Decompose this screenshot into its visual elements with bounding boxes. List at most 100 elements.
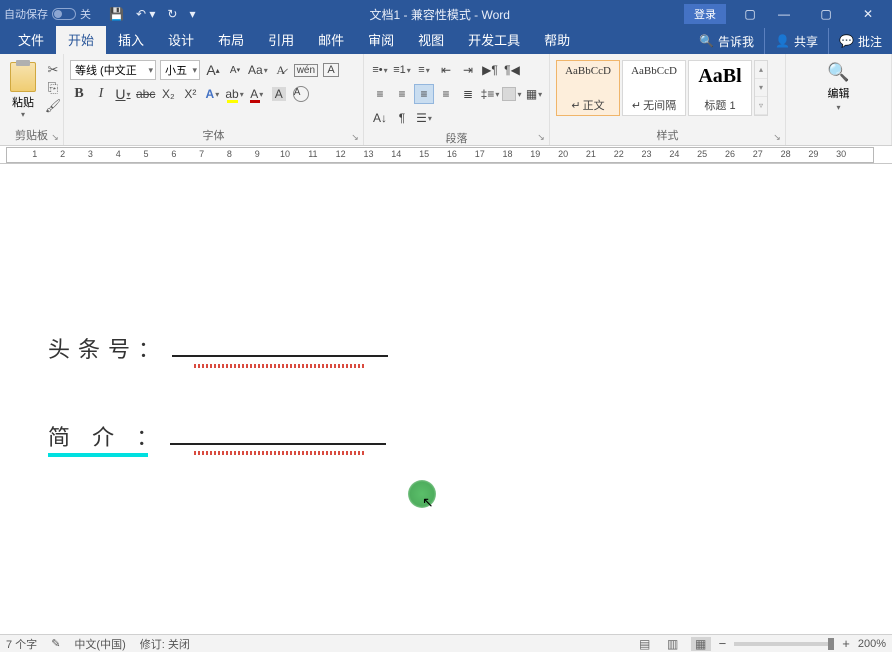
redo-icon[interactable]: ↻ <box>167 7 177 21</box>
grow-font-button[interactable]: A▴ <box>204 60 222 80</box>
zoom-in-button[interactable]: + <box>842 636 850 651</box>
autosave-label: 自动保存 <box>4 6 48 22</box>
underline-button[interactable]: U▾ <box>114 84 132 104</box>
zoom-slider[interactable] <box>734 642 834 646</box>
decrease-indent-button[interactable]: ⇤ <box>436 60 456 80</box>
tab-mailings[interactable]: 邮件 <box>306 26 356 54</box>
tab-references[interactable]: 引用 <box>256 26 306 54</box>
window-controls: 登录 ▢ — ▢ ✕ <box>684 0 888 28</box>
char-shading-button[interactable]: A <box>270 84 288 104</box>
pinyin-guide-button[interactable]: wén <box>294 60 318 80</box>
rtl-button[interactable]: ¶◀ <box>502 60 522 80</box>
snap-to-grid-button[interactable]: ☰▾ <box>414 108 434 128</box>
group-label-styles: 样式 <box>556 125 779 145</box>
align-distribute-button[interactable]: ≣ <box>458 84 478 104</box>
bold-button[interactable]: B <box>70 84 88 104</box>
print-layout-button[interactable]: ▥ <box>663 637 683 651</box>
gallery-more-icon[interactable]: ▿ <box>755 97 767 115</box>
tell-me-search[interactable]: 🔍 告诉我 <box>689 33 764 50</box>
language-status[interactable]: 中文(中国) <box>74 636 125 652</box>
login-button[interactable]: 登录 <box>684 4 726 24</box>
style-no-spacing[interactable]: AaBbCcD ↵无间隔 <box>622 60 686 116</box>
gallery-down-icon[interactable]: ▾ <box>755 79 767 97</box>
tab-review[interactable]: 审阅 <box>356 26 406 54</box>
find-icon[interactable]: 🔍 <box>827 62 849 83</box>
read-mode-button[interactable]: ▤ <box>635 637 655 651</box>
editing-label: 编辑 <box>828 85 850 101</box>
tab-insert[interactable]: 插入 <box>106 26 156 54</box>
change-case-button[interactable]: Aa▾ <box>248 60 268 80</box>
shading-button[interactable]: ▾ <box>502 84 522 104</box>
char-border-button[interactable]: A <box>322 60 340 80</box>
highlight-button[interactable]: ab▾ <box>225 84 243 104</box>
align-right-button[interactable]: ≡ <box>414 84 434 104</box>
maximize-button[interactable]: ▢ <box>806 0 846 28</box>
cut-icon[interactable]: ✂ <box>44 62 62 78</box>
borders-button[interactable]: ▦▾ <box>524 84 544 104</box>
multilevel-list-button[interactable]: ≡▾ <box>414 60 434 80</box>
style-heading-1[interactable]: AaBl 标题 1 <box>688 60 752 116</box>
ltr-button[interactable]: ▶¶ <box>480 60 500 80</box>
tab-view[interactable]: 视图 <box>406 26 456 54</box>
style-normal[interactable]: AaBbCcD ↵正文 <box>556 60 620 116</box>
close-button[interactable]: ✕ <box>848 0 888 28</box>
bullets-button[interactable]: ≡•▾ <box>370 60 390 80</box>
clipboard-launcher-icon[interactable]: ↘ <box>49 131 61 143</box>
undo-icon[interactable]: ↶ ▾ <box>136 7 155 21</box>
track-changes-status[interactable]: 修订: 关闭 <box>140 636 190 652</box>
font-name-combo[interactable]: 等线 (中文正▾ <box>70 60 156 80</box>
font-launcher-icon[interactable]: ↘ <box>349 131 361 143</box>
minimize-button[interactable]: — <box>764 0 804 28</box>
show-marks-button[interactable]: ¶ <box>392 108 412 128</box>
chevron-down-icon[interactable]: ▾ <box>836 103 840 112</box>
tab-layout[interactable]: 布局 <box>206 26 256 54</box>
save-icon[interactable]: 💾 <box>109 7 124 21</box>
underline-field[interactable] <box>172 355 388 357</box>
align-left-button[interactable]: ≡ <box>370 84 390 104</box>
share-button[interactable]: 👤 共享 <box>764 28 828 54</box>
text-effects-button[interactable]: A▾ <box>203 84 221 104</box>
gallery-up-icon[interactable]: ▴ <box>755 61 767 79</box>
autosave-toggle[interactable]: 自动保存 关 <box>4 6 91 22</box>
paste-button[interactable]: 粘贴 ▾ <box>6 60 40 121</box>
superscript-button[interactable]: X² <box>181 84 199 104</box>
doc-line-1[interactable]: 头条号： <box>48 332 388 364</box>
subscript-button[interactable]: X₂ <box>159 84 177 104</box>
document-area[interactable]: 头条号： 简 介 ： ↖ <box>0 164 892 634</box>
tab-home[interactable]: 开始 <box>56 26 106 54</box>
tab-help[interactable]: 帮助 <box>532 26 582 54</box>
word-count[interactable]: 7 个字 <box>6 636 37 652</box>
autosave-switch-icon[interactable] <box>52 8 76 20</box>
ruler-mark: 11 <box>308 149 317 159</box>
zoom-percent[interactable]: 200% <box>858 638 886 650</box>
ribbon-display-options-icon[interactable]: ▢ <box>738 2 762 26</box>
numbering-button[interactable]: ≡1▾ <box>392 60 412 80</box>
ruler-body[interactable]: 1234567891011121314151617181920212223242… <box>6 147 874 163</box>
shrink-font-button[interactable]: A▾ <box>226 60 244 80</box>
increase-indent-button[interactable]: ⇥ <box>458 60 478 80</box>
comments-button[interactable]: 💬 批注 <box>828 28 892 54</box>
doc-line-2[interactable]: 简 介 ： <box>48 420 386 452</box>
tab-design[interactable]: 设计 <box>156 26 206 54</box>
spellcheck-status-icon[interactable]: ✎ <box>51 637 60 650</box>
styles-launcher-icon[interactable]: ↘ <box>771 131 783 143</box>
strikethrough-button[interactable]: abc <box>136 84 155 104</box>
align-center-button[interactable]: ≡ <box>392 84 412 104</box>
paragraph-launcher-icon[interactable]: ↘ <box>535 131 547 143</box>
underline-field[interactable] <box>170 443 386 445</box>
line-spacing-button[interactable]: ‡≡▾ <box>480 84 500 104</box>
font-color-button[interactable]: A▾ <box>248 84 266 104</box>
tab-file[interactable]: 文件 <box>6 26 56 54</box>
copy-icon[interactable]: ⎘ <box>44 80 62 96</box>
tab-developer[interactable]: 开发工具 <box>456 26 532 54</box>
horizontal-ruler[interactable]: 1234567891011121314151617181920212223242… <box>0 146 892 164</box>
font-size-combo[interactable]: 小五▾ <box>160 60 200 80</box>
zoom-out-button[interactable]: − <box>719 636 727 651</box>
align-justify-button[interactable]: ≡ <box>436 84 456 104</box>
clear-format-button[interactable]: A̷ <box>272 60 290 80</box>
italic-button[interactable]: I <box>92 84 110 104</box>
format-painter-icon[interactable]: 🖌 <box>44 98 62 114</box>
web-layout-button[interactable]: ▦ <box>691 637 711 651</box>
enclose-char-button[interactable]: A <box>292 84 310 104</box>
sort-button[interactable]: A↓ <box>370 108 390 128</box>
